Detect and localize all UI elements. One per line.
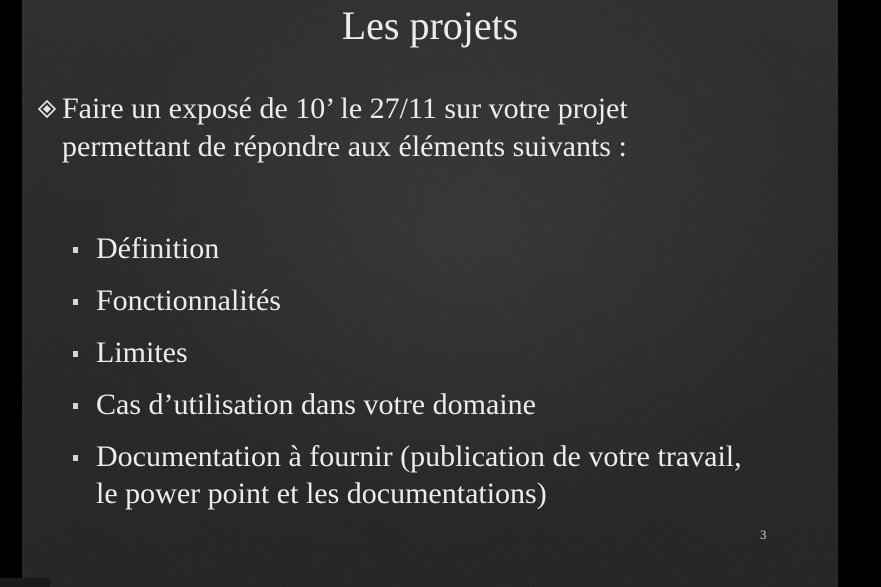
list-item-label-continuation: le power point et les documentations)	[96, 477, 547, 510]
square-bullet-icon	[73, 455, 78, 461]
list-item: Documentation à fournir (publication de …	[70, 438, 830, 512]
main-bullet-point: Faire un exposé de 10’ le 27/11 sur votr…	[36, 90, 816, 166]
list-item-label: Définition	[96, 232, 220, 265]
main-point-line-1: Faire un exposé de 10’ le 27/11 sur votr…	[62, 92, 628, 125]
list-item-label: Documentation à fournir (publication de …	[96, 440, 742, 473]
list-item: Définition	[70, 230, 830, 267]
square-bullet-icon	[73, 299, 78, 305]
square-bullet-icon	[73, 403, 78, 409]
list-item: Cas d’utilisation dans votre domaine	[70, 386, 830, 423]
main-point-line-2: permettant de répondre aux éléments suiv…	[62, 130, 627, 163]
list-item-label: Limites	[96, 336, 188, 369]
list-item: Limites	[70, 334, 830, 371]
list-item: Fonctionnalités	[70, 282, 830, 319]
window-corner-strip	[0, 578, 50, 587]
square-bullet-icon	[73, 247, 78, 253]
slide-title: Les projets	[341, 3, 519, 48]
sub-bullet-list: Définition Fonctionnalités Limites Cas d…	[70, 230, 830, 527]
presentation-viewport: Les projets Faire un exposé de 10’ le 27…	[0, 0, 881, 587]
slide-page-number: 3	[760, 527, 767, 542]
list-item-label: Cas d’utilisation dans votre domaine	[96, 388, 536, 421]
square-bullet-icon	[73, 351, 78, 357]
list-item-label: Fonctionnalités	[96, 284, 281, 317]
diamond-bullet-icon	[37, 99, 57, 119]
slide[interactable]: Les projets Faire un exposé de 10’ le 27…	[22, 0, 838, 587]
